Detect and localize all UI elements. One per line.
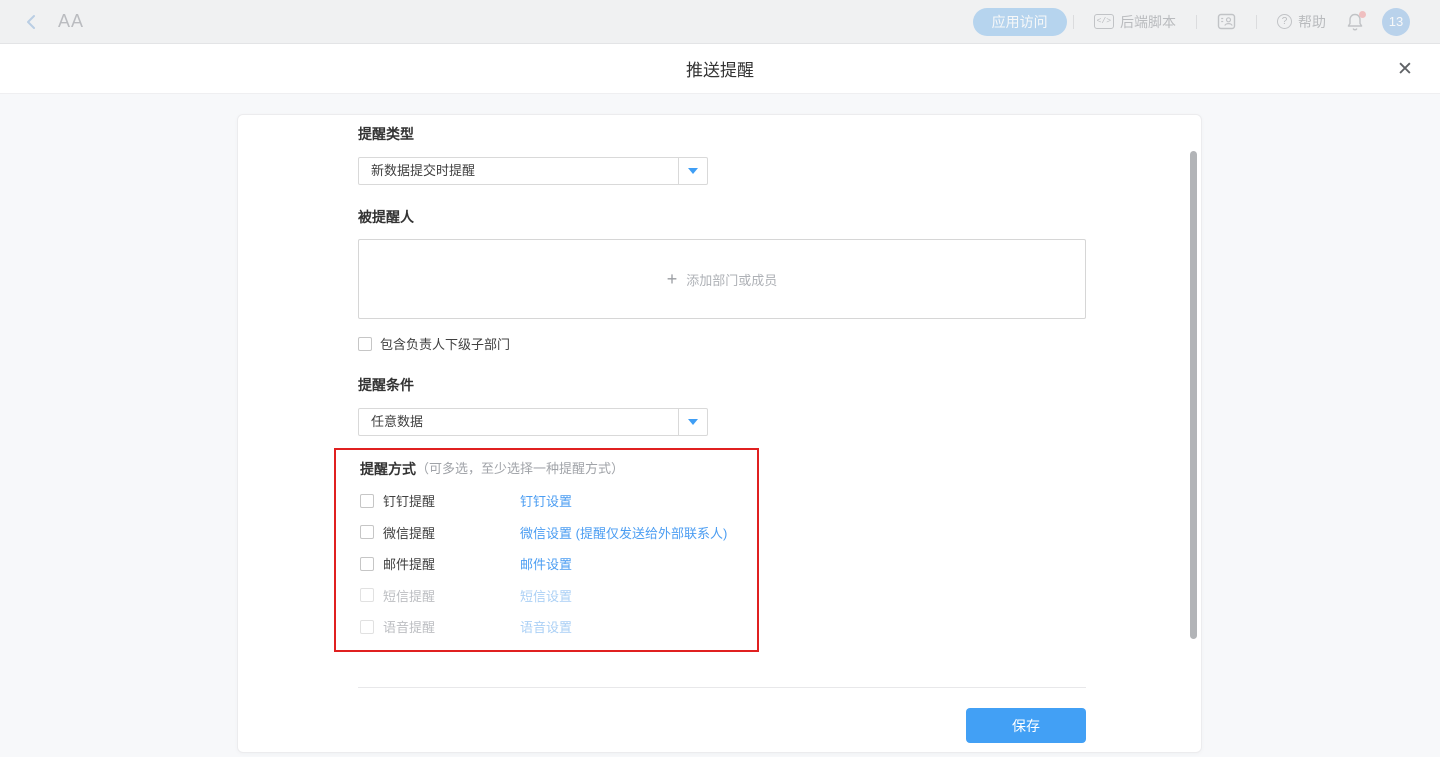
method-label: 邮件提醒	[383, 554, 520, 573]
save-button[interactable]: 保存	[966, 708, 1086, 743]
separator	[1256, 15, 1257, 29]
remind-methods-hint: （可多选，至少选择一种提醒方式）	[416, 461, 624, 477]
wechat-checkbox[interactable]	[360, 525, 374, 539]
email-settings-link[interactable]: 邮件设置	[520, 554, 572, 573]
help-label: 帮助	[1298, 12, 1326, 32]
sms-checkbox	[360, 588, 374, 602]
footer-actions: 保存	[358, 708, 1086, 743]
wechat-settings-link[interactable]: 微信设置 (提醒仅发送给外部联系人)	[520, 523, 727, 542]
add-members-label: 添加部门或成员	[686, 270, 777, 289]
remind-type-select[interactable]: 新数据提交时提醒	[358, 157, 708, 185]
app-name: AA	[58, 11, 84, 32]
include-sub-depts-checkbox[interactable]	[358, 337, 372, 351]
dingtalk-settings-link[interactable]: 钉钉设置	[520, 491, 572, 510]
method-label: 短信提醒	[383, 586, 520, 605]
backend-script-button[interactable]: </> 后端脚本	[1094, 12, 1176, 32]
method-label: 微信提醒	[383, 523, 520, 542]
method-label: 语音提醒	[383, 617, 520, 636]
help-icon: ?	[1277, 14, 1292, 29]
remind-methods-header: 提醒方式（可多选，至少选择一种提醒方式）	[360, 461, 757, 477]
topbar: AA 应用访问 </> 后端脚本 ? 帮助	[0, 0, 1440, 44]
highlight-box: 提醒方式（可多选，至少选择一种提醒方式） 钉钉提醒 钉钉设置 微信提醒 微信设置…	[334, 448, 759, 652]
email-checkbox[interactable]	[360, 557, 374, 571]
remind-people-label: 被提醒人	[358, 209, 1086, 225]
chevron-down-icon	[678, 158, 707, 184]
method-row-voice: 语音提醒 语音设置	[360, 619, 757, 635]
voice-settings-link: 语音设置	[520, 617, 572, 636]
contacts-button[interactable]	[1217, 13, 1236, 30]
separator	[1073, 15, 1074, 29]
topbar-left: AA	[24, 11, 84, 32]
help-button[interactable]: ? 帮助	[1277, 12, 1326, 32]
notification-bell-icon[interactable]	[1346, 12, 1366, 32]
include-sub-depts-row: 包含负责人下级子部门	[358, 334, 1086, 353]
sms-settings-link: 短信设置	[520, 586, 572, 605]
modal-header: 推送提醒 ✕	[0, 44, 1440, 94]
remind-condition-label: 提醒条件	[358, 377, 1086, 393]
code-icon: </>	[1094, 14, 1114, 29]
contacts-icon	[1217, 13, 1236, 30]
backend-script-label: 后端脚本	[1120, 12, 1176, 32]
notification-dot	[1359, 11, 1366, 18]
dingtalk-checkbox[interactable]	[360, 494, 374, 508]
avatar[interactable]: 13	[1382, 8, 1410, 36]
modal-body: 提醒类型 新数据提交时提醒 被提醒人 + 添加部门或成员 包含负责人下级子部门 …	[0, 94, 1440, 757]
app-access-button[interactable]: 应用访问	[973, 8, 1067, 36]
remind-type-label: 提醒类型	[358, 126, 1086, 142]
separator	[1196, 15, 1197, 29]
voice-checkbox	[360, 620, 374, 634]
method-row-wechat: 微信提醒 微信设置 (提醒仅发送给外部联系人)	[360, 524, 757, 540]
remind-condition-select[interactable]: 任意数据	[358, 408, 708, 436]
scrollbar-thumb[interactable]	[1190, 151, 1197, 639]
remind-methods-label: 提醒方式	[360, 461, 416, 477]
chevron-down-icon	[678, 409, 707, 435]
close-icon[interactable]: ✕	[1394, 58, 1416, 80]
method-row-dingtalk: 钉钉提醒 钉钉设置	[360, 493, 757, 509]
form-card: 提醒类型 新数据提交时提醒 被提醒人 + 添加部门或成员 包含负责人下级子部门 …	[237, 114, 1202, 753]
method-row-sms: 短信提醒 短信设置	[360, 587, 757, 603]
plus-icon: +	[667, 270, 678, 288]
page-title: 推送提醒	[686, 56, 754, 81]
add-members-button[interactable]: + 添加部门或成员	[358, 239, 1086, 319]
method-label: 钉钉提醒	[383, 491, 520, 510]
topbar-right: 应用访问 </> 后端脚本 ? 帮助	[973, 8, 1410, 36]
include-sub-depts-label: 包含负责人下级子部门	[380, 334, 510, 353]
footer-divider	[358, 687, 1086, 688]
back-icon[interactable]	[24, 14, 40, 30]
remind-condition-value: 任意数据	[359, 409, 678, 435]
push-reminder-form: 提醒类型 新数据提交时提醒 被提醒人 + 添加部门或成员 包含负责人下级子部门 …	[238, 115, 1086, 743]
method-row-email: 邮件提醒 邮件设置	[360, 556, 757, 572]
remind-type-value: 新数据提交时提醒	[359, 158, 678, 184]
